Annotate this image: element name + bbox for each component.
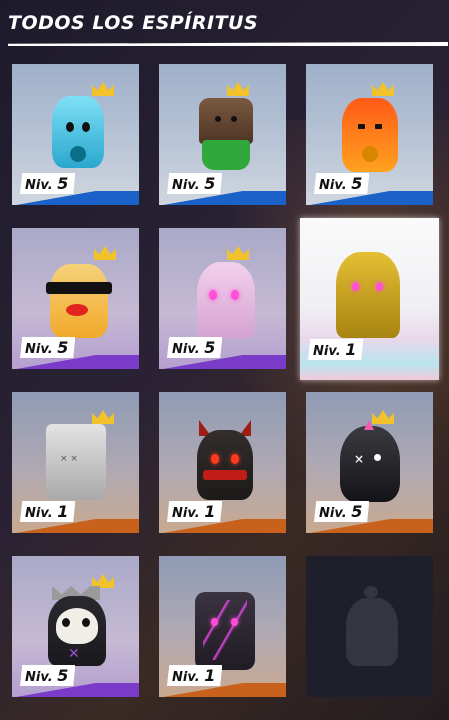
crown-icon [227,246,249,260]
spirit-figure: × × [46,424,106,500]
rarity-stripe [159,683,286,697]
spirit-card-2[interactable]: Niv. 5 [159,64,286,205]
rarity-stripe [12,519,139,533]
crown-icon [92,82,114,96]
crown-icon [227,82,249,96]
spirit-card-9[interactable]: × Niv. 5 [306,392,433,533]
crown-icon [92,410,114,424]
level-badge: Niv. 1 [308,339,364,360]
spirit-card-5[interactable]: Niv. 5 [159,228,286,369]
spirit-card-7[interactable]: × × Niv. 1 [12,392,139,533]
rarity-stripe [12,355,139,369]
locked-spirit-silhouette-icon [342,586,402,668]
rarity-stripe [159,191,286,205]
spirit-card-1[interactable]: Niv. 5 [12,64,139,205]
spirit-figure [52,96,104,168]
spirit-figure [197,262,255,338]
crown-icon [372,82,394,96]
crown-icon [94,246,116,260]
title-underline [8,42,448,46]
rarity-stripe [159,355,286,369]
rarity-stripe [306,191,433,205]
x-mark-icon: ✕ [68,646,80,662]
page-title: TODOS LOS ESPÍRITUS [8,12,259,34]
spirit-figure [46,264,112,338]
spirit-figure [336,252,400,338]
spirit-figure [199,98,253,172]
locked-spirit-slot[interactable] [306,556,433,697]
spirit-card-3[interactable]: Niv. 5 [306,64,433,205]
crown-icon [372,410,394,424]
spirit-figure [342,98,398,172]
spirit-card-10[interactable]: ✕ Niv. 5 [12,556,139,697]
spirit-figure [195,420,255,502]
spirit-figure: ✕ [46,586,108,668]
x-eye-icon: × [354,452,365,466]
stitch-eye-icon: × × [60,454,78,464]
rarity-stripe [12,191,139,205]
spirit-card-8[interactable]: Niv. 1 [159,392,286,533]
spirit-figure: × [340,420,400,504]
spirit-card-4[interactable]: Niv. 5 [12,228,139,369]
rarity-stripe [306,519,433,533]
rarity-stripe [159,519,286,533]
spirit-figure [195,592,255,670]
spirit-card-6-selected[interactable]: Niv. 1 [300,218,439,380]
spirit-card-11[interactable]: Niv. 1 [159,556,286,697]
rarity-stripe [12,683,139,697]
